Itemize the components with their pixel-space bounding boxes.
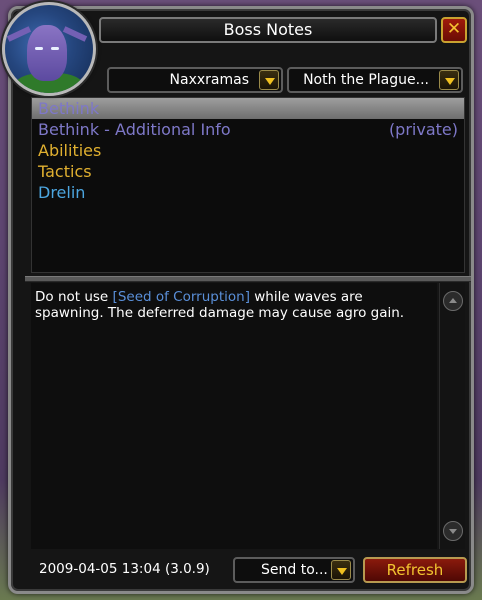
panel-divider[interactable] — [25, 276, 471, 282]
list-item-label: Tactics — [38, 162, 92, 181]
instance-dropdown-value: Naxxramas — [169, 72, 249, 88]
note-text: Do not use — [35, 289, 113, 305]
list-item[interactable]: Abilities — [32, 140, 464, 161]
spell-link[interactable]: [Seed of Corruption] — [113, 289, 250, 305]
boss-dropdown-value: Noth the Plague... — [303, 72, 429, 88]
note-text-area[interactable]: Do not use [Seed of Corruption] while wa… — [31, 283, 437, 549]
boss-notes-window: Boss Notes ✕ Naxxramas Noth the Plague..… — [8, 6, 474, 594]
chevron-down-icon[interactable] — [259, 70, 279, 90]
refresh-button[interactable]: Refresh — [363, 557, 467, 583]
footer-bar: 2009-04-05 13:04 (3.0.9) Send to... Refr… — [25, 553, 471, 585]
scroll-up-icon[interactable] — [443, 291, 463, 311]
scroll-down-icon[interactable] — [443, 521, 463, 541]
list-item-label: Abilities — [38, 141, 102, 160]
list-item-label: Bethink — [38, 99, 100, 118]
instance-dropdown[interactable]: Naxxramas — [107, 67, 283, 93]
list-item-label: Bethink - Additional Info — [38, 120, 231, 139]
notes-list: Bethink Bethink - Additional Info (priva… — [31, 97, 465, 273]
list-item-tag: (private) — [388, 120, 458, 139]
send-to-dropdown[interactable]: Send to... — [233, 557, 355, 583]
player-portrait — [2, 2, 96, 96]
list-item[interactable]: Drelin — [32, 182, 464, 203]
chevron-down-icon[interactable] — [439, 70, 459, 90]
chevron-down-icon[interactable] — [331, 560, 351, 580]
boss-dropdown[interactable]: Noth the Plague... — [287, 67, 463, 93]
note-scrollbar[interactable] — [439, 283, 465, 549]
send-to-label: Send to... — [261, 562, 328, 578]
window-title[interactable]: Boss Notes — [99, 17, 437, 43]
close-icon: ✕ — [446, 19, 462, 39]
timestamp: 2009-04-05 13:04 (3.0.9) — [39, 561, 210, 577]
list-item-label: Drelin — [38, 183, 86, 202]
list-item[interactable]: Bethink — [32, 98, 464, 119]
close-button[interactable]: ✕ — [441, 17, 467, 43]
list-item[interactable]: Bethink - Additional Info (private) — [32, 119, 464, 140]
list-item[interactable]: Tactics — [32, 161, 464, 182]
